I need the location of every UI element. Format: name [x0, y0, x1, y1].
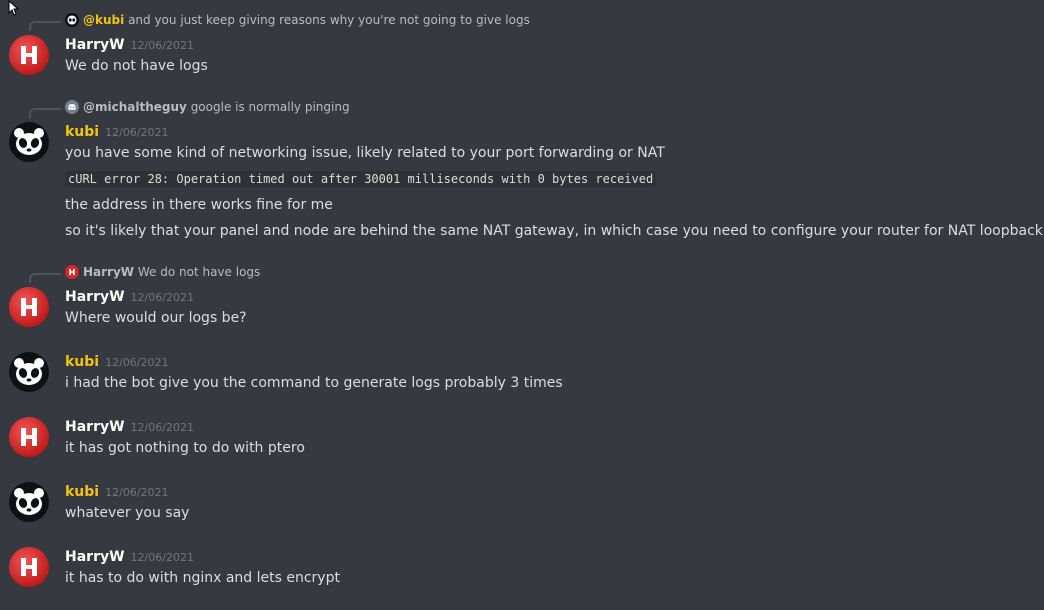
timestamp: 12/06/2021 [130, 291, 194, 304]
message-header: kubi 12/06/2021 [65, 351, 169, 373]
message-text: the address in there works fine for me [65, 197, 333, 213]
message-text: it has to do with nginx and lets encrypt [65, 570, 340, 586]
harry-avatar-icon[interactable] [9, 287, 49, 327]
message-text: you have some kind of networking issue, … [65, 145, 665, 161]
message-header: HarryW 12/06/2021 [65, 286, 194, 308]
message-header: kubi 12/06/2021 [65, 121, 169, 143]
author-name[interactable]: HarryW [65, 549, 125, 565]
reply-mention[interactable]: @kubi [83, 13, 124, 27]
panda-avatar-icon[interactable] [9, 122, 49, 162]
author-name[interactable]: kubi [65, 484, 99, 500]
kubi-mini-avatar-icon [65, 13, 79, 27]
message-text: whatever you say [65, 505, 190, 521]
timestamp: 12/06/2021 [130, 421, 194, 434]
message-code-line: cURL error 28: Operation timed out after… [65, 169, 657, 189]
harry-avatar-icon[interactable] [9, 547, 49, 587]
reply-preview[interactable]: HarryW We do not have logs [65, 264, 260, 280]
timestamp: 12/06/2021 [130, 551, 194, 564]
reply-text[interactable]: google is normally pinging [191, 100, 350, 114]
reply-connector [29, 21, 61, 31]
harry-mini-avatar-icon [65, 265, 79, 279]
timestamp: 12/06/2021 [105, 356, 169, 369]
timestamp: 12/06/2021 [105, 126, 169, 139]
author-name[interactable]: HarryW [65, 37, 125, 53]
reply-preview[interactable]: @michaltheguy google is normally pinging [65, 99, 350, 115]
message-header: HarryW 12/06/2021 [65, 416, 194, 438]
reply-mention[interactable]: @michaltheguy [83, 100, 187, 114]
author-name[interactable]: HarryW [65, 419, 125, 435]
panda-avatar-icon[interactable] [9, 352, 49, 392]
reply-preview[interactable]: @kubi and you just keep giving reasons w… [65, 12, 530, 28]
panda-avatar-icon[interactable] [9, 482, 49, 522]
message-text: i had the bot give you the command to ge… [65, 375, 563, 391]
harry-avatar-icon[interactable] [9, 417, 49, 457]
message-text: Where would our logs be? [65, 310, 247, 326]
chat-message-list: @kubi and you just keep giving reasons w… [0, 0, 1044, 610]
timestamp: 12/06/2021 [105, 486, 169, 499]
message-text: it has got nothing to do with ptero [65, 440, 305, 456]
harry-avatar-icon[interactable] [9, 35, 49, 75]
reply-text[interactable]: and you just keep giving reasons why you… [128, 13, 530, 27]
message-header: HarryW 12/06/2021 [65, 34, 194, 56]
inline-code: cURL error 28: Operation timed out after… [65, 171, 657, 187]
reply-text[interactable]: We do not have logs [138, 265, 260, 279]
timestamp: 12/06/2021 [130, 39, 194, 52]
reply-connector [29, 108, 61, 118]
author-name[interactable]: kubi [65, 124, 99, 140]
reply-connector [29, 273, 61, 283]
message-text: so it's likely that your panel and node … [65, 223, 1043, 239]
message-header: kubi 12/06/2021 [65, 481, 169, 503]
author-name[interactable]: kubi [65, 354, 99, 370]
message-text: We do not have logs [65, 58, 208, 74]
message-header: HarryW 12/06/2021 [65, 546, 194, 568]
reply-mention[interactable]: HarryW [83, 265, 134, 279]
mouse-cursor-icon [8, 0, 20, 16]
author-name[interactable]: HarryW [65, 289, 125, 305]
discord-logo-icon [65, 100, 79, 114]
